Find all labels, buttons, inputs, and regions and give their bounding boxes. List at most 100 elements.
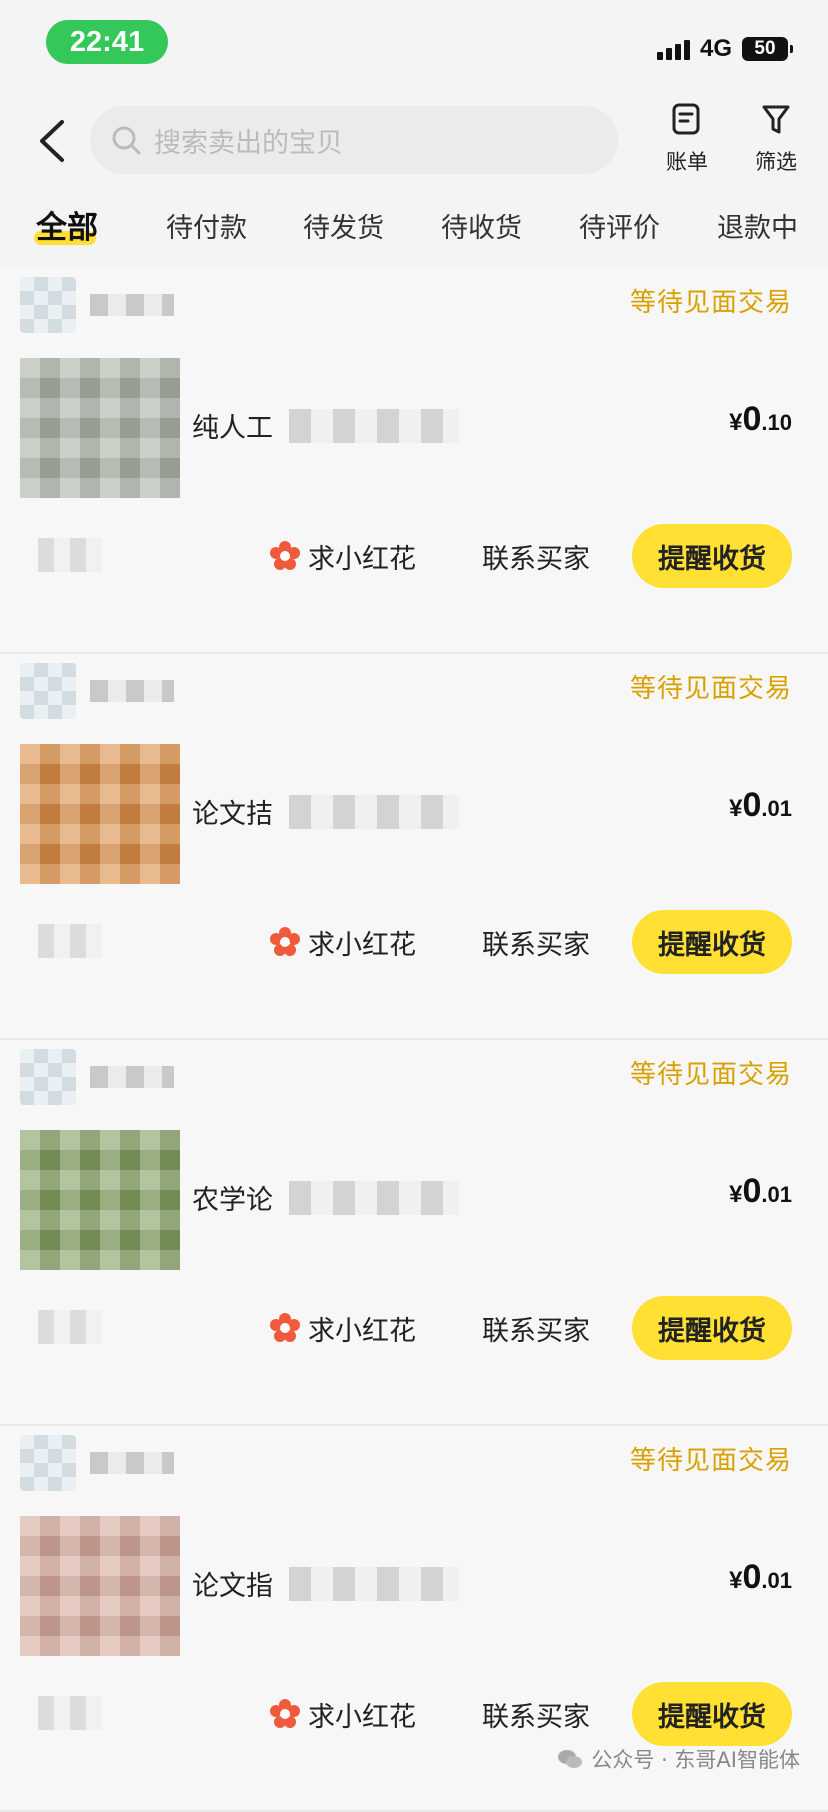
- flower-icon: [270, 1699, 300, 1728]
- tab-pending-receipt[interactable]: 待收货: [441, 206, 522, 245]
- product-title-row: 论文指: [192, 1564, 459, 1603]
- avatar: [20, 1049, 76, 1105]
- order-card[interactable]: 等待见面交易 纯人工 ¥0.10 求小红花 联系买家 提醒收货: [0, 268, 828, 654]
- request-flower-label: 求小红花: [308, 929, 416, 961]
- buyer-name-redacted: [90, 680, 174, 702]
- back-arrow-icon: [40, 120, 64, 162]
- search-icon: [112, 126, 141, 155]
- order-list: 等待见面交易 纯人工 ¥0.10 求小红花 联系买家 提醒收货 等待见面交易 论…: [0, 268, 828, 1812]
- product-title-row: 农学论: [192, 1178, 459, 1217]
- filter-icon: [762, 105, 790, 134]
- product-title-row: 论文拮: [192, 792, 459, 831]
- contact-buyer-button[interactable]: 联系买家: [458, 1296, 614, 1360]
- bill-label: 账单: [666, 150, 708, 174]
- product-thumbnail[interactable]: [20, 1130, 180, 1270]
- tab-pending-shipment[interactable]: 待发货: [303, 206, 384, 245]
- search-placeholder: 搜索卖出的宝贝: [154, 127, 343, 159]
- battery-level: 50: [754, 38, 776, 59]
- signal-icon: [656, 38, 690, 60]
- price-integer: 0: [742, 400, 762, 438]
- title-redacted: [289, 1180, 459, 1215]
- search-input[interactable]: 搜索卖出的宝贝: [90, 106, 618, 174]
- product-thumbnail[interactable]: [20, 358, 180, 498]
- request-flower-button[interactable]: 求小红花: [246, 1682, 440, 1746]
- product-title[interactable]: 论文指: [192, 1564, 273, 1603]
- price-decimal: .01: [761, 1568, 792, 1593]
- request-flower-label: 求小红花: [308, 543, 416, 575]
- filter-label: 筛选: [755, 150, 797, 174]
- buyer-name-redacted: [90, 1066, 174, 1088]
- order-price: ¥0.01: [729, 1558, 792, 1597]
- filter-button[interactable]: 筛选: [741, 102, 811, 182]
- request-flower-button[interactable]: 求小红花: [246, 524, 440, 588]
- status-bar: 22:41 4G 50: [0, 0, 828, 80]
- bill-button[interactable]: 账单: [652, 102, 722, 182]
- product-title[interactable]: 论文拮: [192, 792, 273, 831]
- flower-icon: [270, 541, 300, 570]
- order-actions: 求小红花 联系买家 提醒收货: [246, 910, 792, 974]
- network-type: 4G: [699, 35, 732, 62]
- order-actions: 求小红花 联系买家 提醒收货: [246, 1682, 792, 1746]
- order-price: ¥0.01: [729, 786, 792, 825]
- price-currency: ¥: [729, 1567, 743, 1594]
- price-integer: 0: [742, 1172, 762, 1210]
- order-status: 等待见面交易: [629, 1446, 792, 1476]
- price-decimal: .01: [761, 1182, 792, 1207]
- tab-pending-review[interactable]: 待评价: [579, 206, 660, 245]
- redacted-info: [38, 538, 102, 572]
- price-integer: 0: [742, 1558, 762, 1596]
- wechat-icon: [558, 1750, 583, 1768]
- buyer-name-redacted: [90, 294, 174, 316]
- buyer-info: [20, 663, 180, 719]
- avatar: [20, 663, 76, 719]
- request-flower-label: 求小红花: [308, 1701, 416, 1733]
- price-decimal: .01: [761, 796, 792, 821]
- order-card[interactable]: 等待见面交易 论文拮 ¥0.01 求小红花 联系买家 提醒收货: [0, 654, 828, 1040]
- product-thumbnail[interactable]: [20, 1516, 180, 1656]
- back-button[interactable]: [32, 118, 72, 164]
- status-time: 22:41: [46, 20, 168, 64]
- contact-buyer-button[interactable]: 联系买家: [458, 1682, 614, 1746]
- order-card[interactable]: 等待见面交易 农学论 ¥0.01 求小红花 联系买家 提醒收货: [0, 1040, 828, 1426]
- request-flower-button[interactable]: 求小红花: [246, 1296, 440, 1360]
- title-redacted: [289, 408, 459, 443]
- order-price: ¥0.10: [729, 400, 792, 439]
- tab-pending-payment[interactable]: 待付款: [166, 206, 247, 245]
- remind-receipt-button[interactable]: 提醒收货: [632, 524, 792, 588]
- product-title[interactable]: 纯人工: [192, 406, 273, 445]
- price-integer: 0: [742, 786, 762, 824]
- remind-receipt-button[interactable]: 提醒收货: [632, 1296, 792, 1360]
- price-currency: ¥: [729, 795, 743, 822]
- contact-buyer-button[interactable]: 联系买家: [458, 524, 614, 588]
- remind-receipt-button[interactable]: 提醒收货: [632, 1682, 792, 1746]
- order-status: 等待见面交易: [629, 288, 792, 318]
- order-status: 等待见面交易: [629, 674, 792, 704]
- flower-icon: [270, 927, 300, 956]
- order-actions: 求小红花 联系买家 提醒收货: [246, 524, 792, 588]
- contact-buyer-button[interactable]: 联系买家: [458, 910, 614, 974]
- status-icons: 4G 50: [656, 32, 793, 66]
- product-title[interactable]: 农学论: [192, 1178, 273, 1217]
- price-decimal: .10: [761, 410, 792, 435]
- buyer-name-redacted: [90, 1452, 174, 1474]
- order-price: ¥0.01: [729, 1172, 792, 1211]
- product-thumbnail[interactable]: [20, 744, 180, 884]
- order-tabs: 全部 待付款 待发货 待收货 待评价 退款中: [0, 196, 828, 256]
- order-status: 等待见面交易: [629, 1060, 792, 1090]
- remind-receipt-button[interactable]: 提醒收货: [632, 910, 792, 974]
- avatar: [20, 277, 76, 333]
- request-flower-label: 求小红花: [308, 1315, 416, 1347]
- title-redacted: [289, 1566, 459, 1601]
- tab-refunding[interactable]: 退款中: [717, 206, 798, 245]
- buyer-info: [20, 277, 180, 333]
- tab-all[interactable]: 全部: [34, 202, 98, 247]
- title-redacted: [289, 794, 459, 829]
- price-currency: ¥: [729, 1181, 743, 1208]
- price-currency: ¥: [729, 409, 743, 436]
- watermark-text: 公众号 · 东哥AI智能体: [591, 1748, 800, 1772]
- redacted-info: [38, 1310, 102, 1344]
- order-actions: 求小红花 联系买家 提醒收货: [246, 1296, 792, 1360]
- request-flower-button[interactable]: 求小红花: [246, 910, 440, 974]
- flower-icon: [270, 1313, 300, 1342]
- battery-icon: 50: [742, 37, 793, 61]
